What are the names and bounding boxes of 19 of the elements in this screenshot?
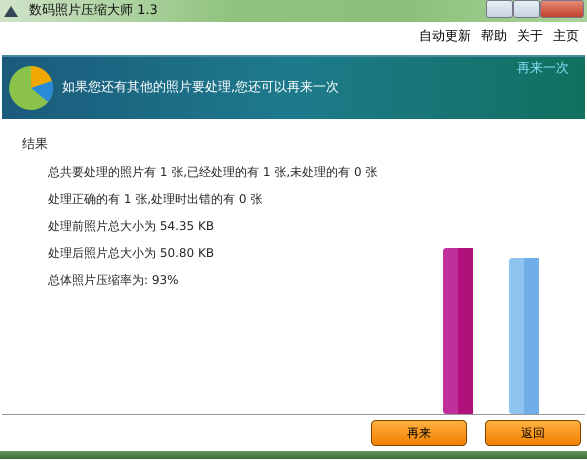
- menu-item[interactable]: 帮助: [481, 27, 507, 47]
- banner-message: 如果您还有其他的照片要处理,您还可以再来一次: [62, 79, 340, 98]
- result-line: 处理前照片总大小为 54.35 KB: [48, 218, 216, 234]
- results-heading: 结果: [22, 136, 49, 154]
- result-line: 总体照片压缩率为: 93%: [48, 272, 180, 288]
- window-title: 数码照片压缩大师 1.3: [28, 2, 158, 20]
- result-line: 处理正确的有 1 张,处理时出错的有 0 张: [48, 190, 264, 208]
- action-button[interactable]: 再来: [371, 420, 467, 446]
- action-button[interactable]: 返回: [485, 420, 581, 446]
- close-button[interactable]: [540, 0, 584, 18]
- retry-link[interactable]: 再来一次: [517, 59, 569, 78]
- result-line: 处理后照片总大小为 50.80 KB: [48, 244, 216, 262]
- minimize-button[interactable]: [486, 0, 513, 18]
- result-line: 总共要处理的照片有 1 张,已经处理的有 1 张,未处理的有 0 张: [48, 164, 378, 180]
- menu-item[interactable]: 主页: [553, 27, 579, 47]
- pie-chart-icon: [8, 65, 54, 111]
- menu-item[interactable]: 关于: [517, 27, 543, 47]
- maximize-button[interactable]: [513, 0, 540, 18]
- menu-item[interactable]: 自动更新: [419, 27, 471, 47]
